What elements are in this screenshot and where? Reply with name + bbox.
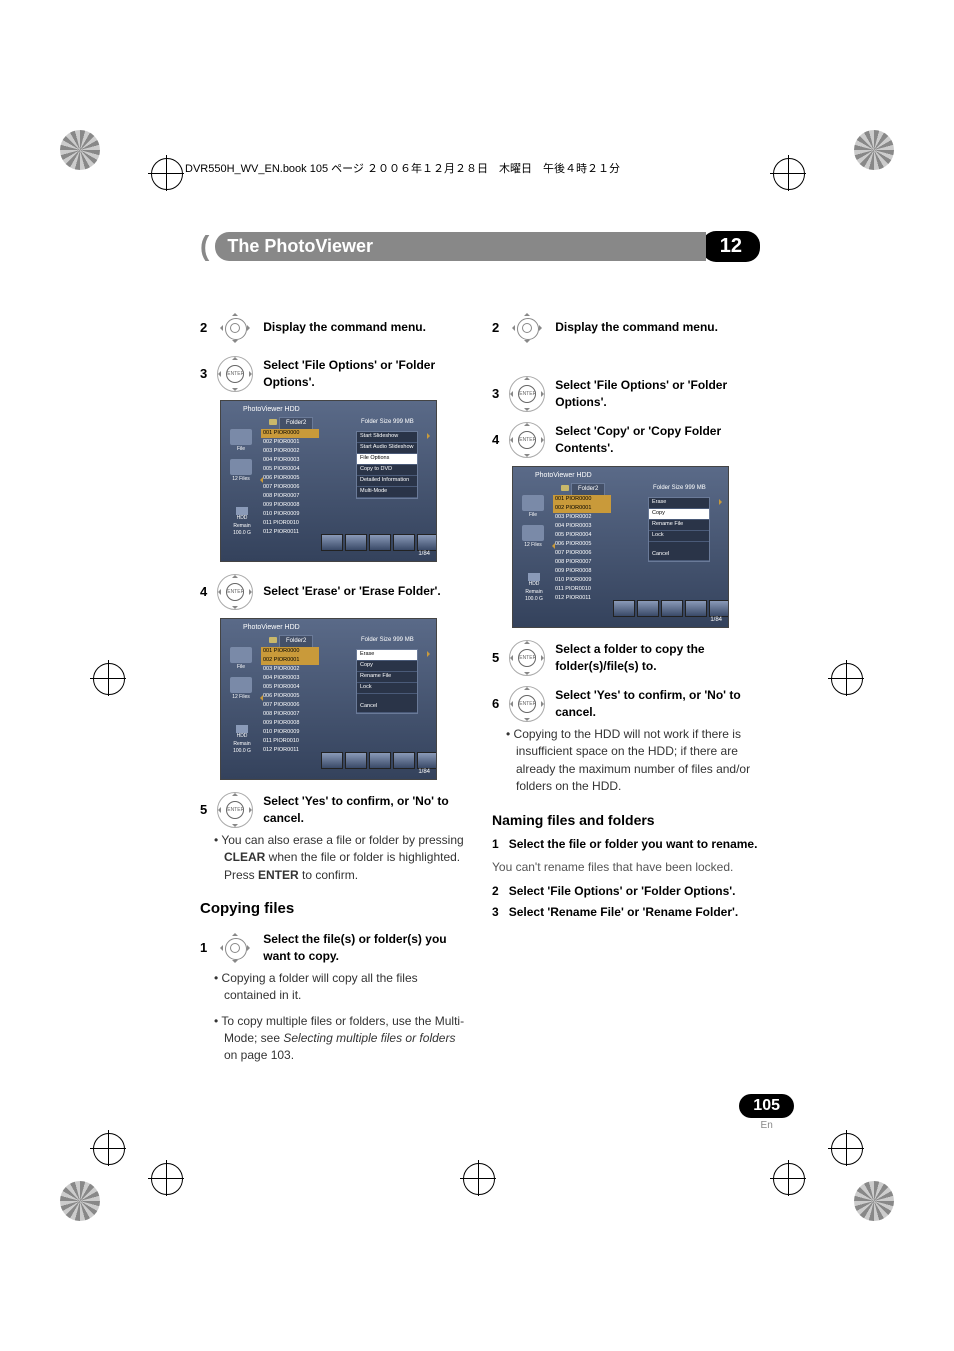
step-text: 2 Select 'File Options' or 'Folder Optio… [492, 883, 760, 900]
step-text: Display the command menu. [263, 319, 426, 336]
step-number: 4 [200, 583, 207, 602]
body-bullet: • Copying a folder will copy all the fil… [214, 970, 468, 1005]
print-pattern-tr [854, 130, 894, 170]
reg-mark [828, 1130, 864, 1166]
step-number: 3 [492, 385, 499, 404]
body-bullet: • To copy multiple files or folders, use… [214, 1013, 468, 1065]
chapter-header: ( The PhotoViewer 12 [200, 230, 760, 262]
chapter-number: 12 [702, 231, 760, 262]
step-text: Select 'File Options' or 'Folder Options… [555, 377, 760, 412]
step-text: Select 'Yes' to confirm, or 'No' to canc… [555, 687, 760, 722]
step-number: 6 [492, 695, 499, 714]
enter-pad-icon: ENTER [507, 684, 547, 724]
step-number: 5 [492, 649, 499, 668]
print-pattern-tl [60, 130, 100, 170]
enter-pad-icon: ENTER [215, 790, 255, 830]
step-text: Select 'Yes' to confirm, or 'No' to canc… [263, 793, 468, 828]
step-text: Select 'File Options' or 'Folder Options… [263, 357, 468, 392]
section-copying-files: Copying files [200, 898, 468, 920]
reg-mark [460, 1160, 496, 1196]
step-number: 2 [200, 319, 207, 338]
section-naming: Naming files and folders [492, 810, 760, 830]
dpad-icon [215, 928, 255, 968]
enter-pad-icon: ENTER [507, 638, 547, 678]
step-text: Select 'Copy' or 'Copy Folder Contents'. [555, 423, 760, 458]
reg-mark [770, 1160, 806, 1196]
reg-mark [828, 660, 864, 696]
enter-pad-icon: ENTER [215, 572, 255, 612]
right-arrow-pad-icon [507, 308, 547, 348]
book-header: DVR550H_WV_EN.book 105 ページ ２００６年１２月２８日 木… [185, 160, 620, 176]
step-text: Display the command menu. [555, 319, 718, 336]
step-number: 2 [492, 319, 499, 338]
print-pattern-bl [60, 1181, 100, 1221]
body-text: You can't rename files that have been lo… [492, 859, 760, 876]
step-number: 4 [492, 431, 499, 450]
body-bullet: • You can also erase a file or folder by… [214, 832, 468, 884]
step-text: 3 Select 'Rename File' or 'Rename Folder… [492, 904, 760, 921]
page-number: 105 En [739, 1094, 794, 1131]
step-text: Select 'Erase' or 'Erase Folder'. [263, 583, 441, 600]
body-bullet: • Copying to the HDD will not work if th… [506, 726, 760, 796]
step-number: 3 [200, 365, 207, 384]
step-number: 5 [200, 801, 207, 820]
reg-mark [90, 660, 126, 696]
step-text: Select the file(s) or folder(s) you want… [263, 931, 468, 966]
step-text: 1 Select the file or folder you want to … [492, 836, 760, 853]
chapter-title: The PhotoViewer [215, 232, 705, 261]
left-column: 2 Display the command menu. 3 ENTER Sele… [200, 302, 468, 1073]
photoviewer-screenshot-erase: PhotoViewer HDD Folder2 Folder Size 999 … [220, 618, 437, 780]
enter-pad-icon: ENTER [215, 354, 255, 394]
step-number: 1 [200, 939, 207, 958]
photoviewer-screenshot-file-options: PhotoViewer HDD Folder2 Folder Size 999 … [220, 400, 437, 562]
enter-pad-icon: ENTER [507, 374, 547, 414]
reg-mark [148, 1160, 184, 1196]
reg-mark [770, 155, 806, 191]
step-text: Select a folder to copy the folder(s)/fi… [555, 641, 760, 676]
right-column: 2 Display the command menu. 3 ENTER Sele… [492, 302, 760, 1073]
reg-mark [148, 155, 184, 191]
reg-mark [90, 1130, 126, 1166]
print-pattern-br [854, 1181, 894, 1221]
chapter-bracket-icon: ( [200, 230, 209, 262]
right-arrow-pad-icon [215, 308, 255, 348]
enter-pad-icon: ENTER [507, 420, 547, 460]
photoviewer-screenshot-copy: PhotoViewer HDD Folder2 Folder Size 999 … [512, 466, 729, 628]
